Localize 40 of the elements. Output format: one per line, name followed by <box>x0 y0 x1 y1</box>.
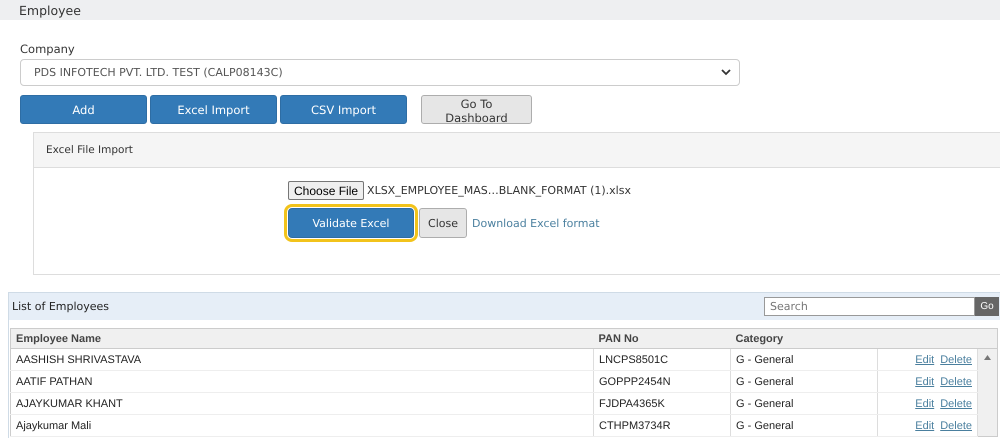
page-title: Employee <box>19 3 81 18</box>
action-button[interactable]: Excel Import <box>150 95 277 124</box>
table-cell: LNCPS8501C <box>594 348 730 370</box>
column-header: PAN No <box>594 328 730 348</box>
table-cell: GOPPP2454N <box>594 370 730 392</box>
action-button[interactable]: CSV Import <box>280 95 407 124</box>
panel-heading: Excel File Import <box>34 133 1000 168</box>
delete-link[interactable]: Delete <box>940 420 972 432</box>
scroll-up-icon[interactable] <box>983 353 992 362</box>
table-cell: G - General <box>730 370 878 392</box>
table-cell: CTHPM3734R <box>594 414 730 436</box>
table-cell: G - General <box>730 348 878 370</box>
table-cell: Ajaykumar Mali <box>10 414 594 436</box>
delete-link[interactable]: Delete <box>940 398 972 410</box>
chevron-down-icon <box>721 69 731 76</box>
close-button[interactable]: Close <box>419 208 467 238</box>
table-cell: AATIF PATHAN <box>10 370 594 392</box>
delete-link[interactable]: Delete <box>940 376 972 388</box>
go-button[interactable]: Go <box>975 297 999 316</box>
action-button[interactable]: Add <box>20 95 147 124</box>
list-title: List of Employees <box>12 300 110 313</box>
edit-link[interactable]: Edit <box>915 354 934 366</box>
choose-file-button[interactable]: Choose File <box>288 181 364 200</box>
delete-link[interactable]: Delete <box>940 354 972 366</box>
search-field[interactable]: Search <box>764 297 975 316</box>
edit-link[interactable]: Edit <box>915 376 934 388</box>
file-name: XLSX_EMPLOYEE_MAS…BLANK_FORMAT (1).xlsx <box>367 184 631 197</box>
table-cell: G - General <box>730 414 878 436</box>
table-cell: G - General <box>730 392 878 414</box>
action-button[interactable]: Go To Dashboard <box>421 95 532 124</box>
edit-link[interactable]: Edit <box>915 398 934 410</box>
edit-link[interactable]: Edit <box>915 420 934 432</box>
table-cell: FJDPA4365K <box>594 392 730 414</box>
company-dropdown[interactable]: PDS INFOTECH PVT. LTD. TEST (CALP08143C) <box>20 59 740 86</box>
table-cell: AASHISH SHRIVASTAVA <box>10 348 594 370</box>
download-link[interactable]: Download Excel format <box>472 216 600 230</box>
column-header: Employee Name <box>10 328 594 348</box>
company-label: Company <box>20 42 76 58</box>
column-header: Category <box>730 328 878 348</box>
table-cell: AJAYKUMAR KHANT <box>10 392 594 414</box>
